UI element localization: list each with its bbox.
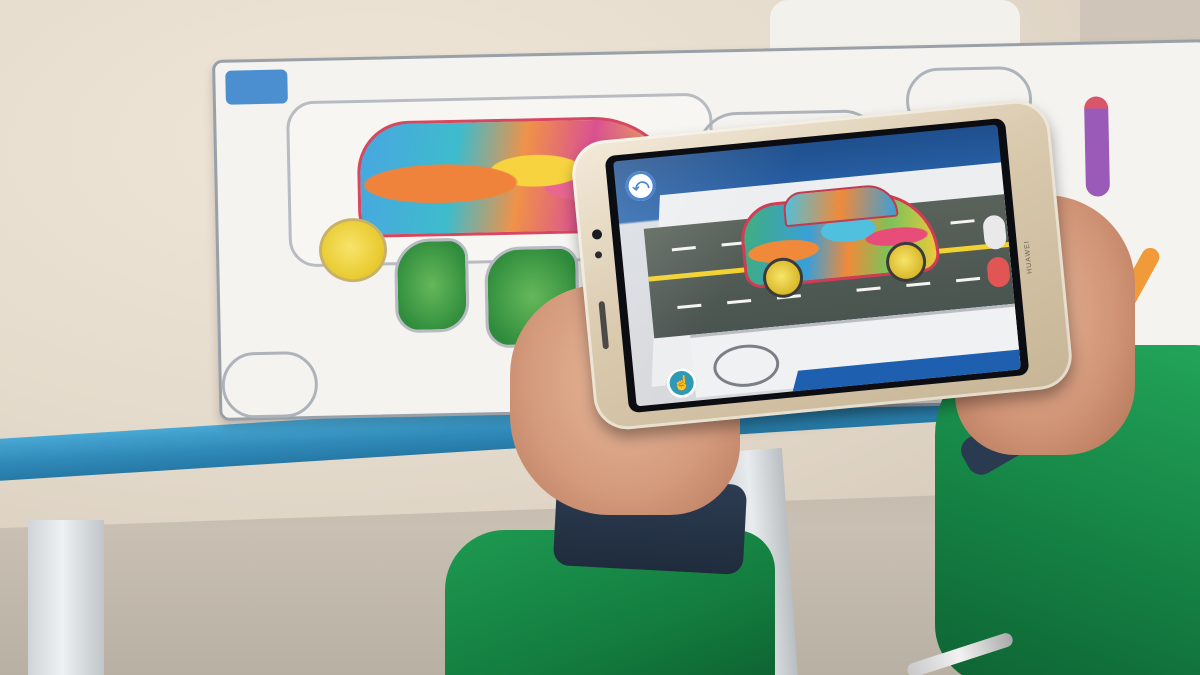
record-button[interactable] <box>986 256 1011 289</box>
wheel-sketch <box>221 350 319 419</box>
desk-leg <box>28 520 104 675</box>
ar-app-screen: ⤺ ☝ <box>613 124 1021 407</box>
back-button[interactable]: ⤺ <box>624 169 657 203</box>
photo-scene: HUAWEI ⤺ ☝ <box>0 0 1200 675</box>
side-control-button[interactable] <box>982 214 1008 251</box>
colored-wheel <box>318 217 388 283</box>
smartphone: HUAWEI ⤺ ☝ <box>569 97 1075 433</box>
hand-pointer-icon: ☝ <box>672 373 692 392</box>
book-corner-tab <box>225 69 288 105</box>
back-arrow-icon: ⤺ <box>631 176 650 195</box>
purple-pencil-drawing <box>1083 96 1111 197</box>
green-door-drawing <box>393 237 470 334</box>
